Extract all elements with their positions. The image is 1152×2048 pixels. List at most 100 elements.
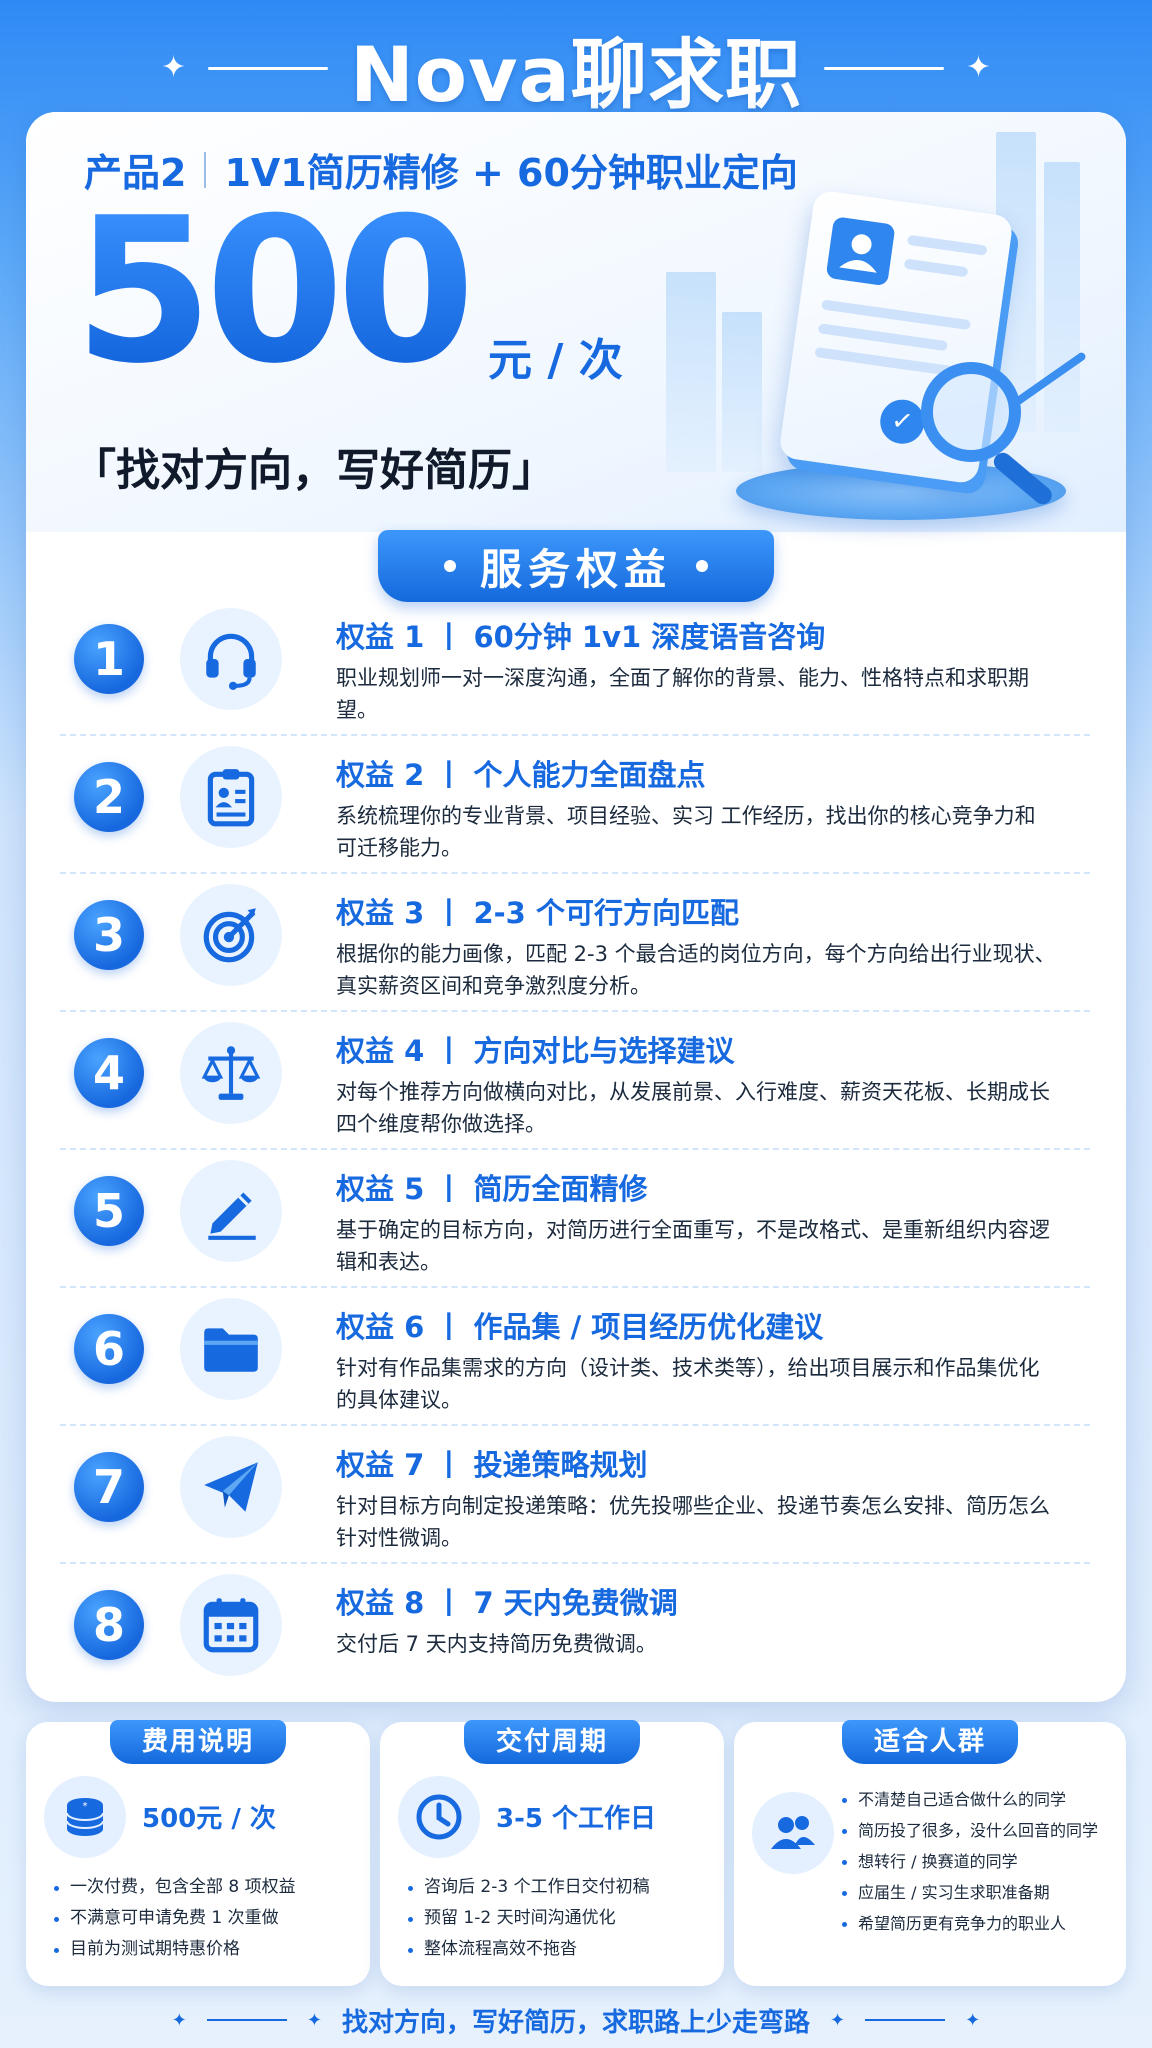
pencil-icon bbox=[180, 1160, 282, 1262]
hero-section: 产品2 1V1简历精修 + 60分钟职业定向 500 元 / 次 「找对方向，写… bbox=[26, 112, 1126, 532]
benefit-number: 1 bbox=[74, 624, 144, 694]
page-title: Nova聊求职 bbox=[350, 30, 802, 119]
list-item: 不清楚自己适合做什么的同学 bbox=[842, 1784, 1098, 1815]
benefit-desc: 针对目标方向制定投递策略：优先投哪些企业、投递节奏怎么安排、简历怎么针对性微调。 bbox=[336, 1494, 1050, 1550]
scale-icon bbox=[180, 1022, 282, 1124]
calendar-icon bbox=[180, 1574, 282, 1676]
fee-card-tag: 费用说明 bbox=[110, 1720, 286, 1764]
list-item: 不满意可申请免费 1 次重做 bbox=[54, 1903, 296, 1934]
audience-card: 适合人群 不清楚自己适合做什么的同学 简历投了很多，没什么回音的同学 想转行 /… bbox=[734, 1720, 1126, 1986]
benefit-desc: 根据你的能力画像，匹配 2-3 个最合适的岗位方向，每个方向给出行业现状、真实薪… bbox=[336, 942, 1056, 998]
benefit-desc: 针对有作品集需求的方向（设计类、技术类等），给出项目展示和作品集优化的具体建议。 bbox=[336, 1356, 1040, 1412]
benefit-item-6: 6 权益 6 丨 作品集 / 项目经历优化建议 针对有作品集需求的方向（设计类、… bbox=[60, 1290, 1090, 1428]
hero-slogan: 「找对方向，写好简历」 bbox=[72, 445, 556, 496]
building-graphic bbox=[666, 272, 716, 472]
benefit-title: 权益 3 丨 2-3 个可行方向匹配 bbox=[336, 896, 739, 930]
footer-divider-right bbox=[865, 2019, 946, 2021]
sparkle-icon: ✦ bbox=[161, 50, 187, 85]
list-item: 想转行 / 换赛道的同学 bbox=[842, 1846, 1098, 1877]
delivery-list: 咨询后 2-3 个工作日交付初稿 预留 1-2 天时间沟通优化 整体流程高效不拖… bbox=[408, 1872, 650, 1965]
fee-card: 费用说明 * 500元 / 次 一次付费，包含全部 8 项权益 不满意可申请免费… bbox=[26, 1720, 370, 1986]
benefit-title: 权益 7 丨 投递策略规划 bbox=[336, 1448, 648, 1482]
benefit-title: 权益 5 丨 简历全面精修 bbox=[336, 1172, 648, 1206]
list-item: 目前为测试期特惠价格 bbox=[54, 1934, 296, 1965]
benefit-number: 5 bbox=[74, 1176, 144, 1246]
title-divider-right bbox=[823, 66, 944, 70]
list-item: 应届生 / 实习生求职准备期 bbox=[842, 1877, 1098, 1908]
fee-list: 一次付费，包含全部 8 项权益 不满意可申请免费 1 次重做 目前为测试期特惠价… bbox=[54, 1872, 296, 1965]
avatar-icon bbox=[825, 216, 896, 287]
coin-stack-icon: * bbox=[44, 1776, 126, 1858]
building-graphic bbox=[722, 312, 762, 472]
benefit-desc: 系统梳理你的专业背景、项目经验、实习 工作经历，找出你的核心竞争力和可迁移能力。 bbox=[336, 804, 1036, 860]
divider bbox=[60, 1010, 1090, 1012]
divider bbox=[60, 1286, 1090, 1288]
benefit-title: 权益 2 丨 个人能力全面盘点 bbox=[336, 758, 706, 792]
paper-plane-icon bbox=[180, 1436, 282, 1538]
footer: ✦ ✦ 找对方向，写好简历，求职路上少走弯路 ✦ ✦ bbox=[0, 1996, 1152, 2044]
benefit-desc: 基于确定的目标方向，对简历进行全面重写，不是改格式、是重新组织内容逻辑和表达。 bbox=[336, 1218, 1050, 1274]
benefit-title: 权益 4 丨 方向对比与选择建议 bbox=[336, 1034, 735, 1068]
benefit-number: 2 bbox=[74, 762, 144, 832]
benefit-item-3: 3 权益 3 丨 2-3 个可行方向匹配 根据你的能力画像，匹配 2-3 个最合… bbox=[60, 876, 1090, 1014]
checkmark-icon: ✓ bbox=[877, 396, 928, 447]
resume-illustration: ✓ bbox=[666, 132, 1116, 532]
benefit-item-7: 7 权益 7 丨 投递策略规划 针对目标方向制定投递策略：优先投哪些企业、投递节… bbox=[60, 1428, 1090, 1566]
headset-icon bbox=[180, 608, 282, 710]
sparkle-icon: ✦ bbox=[830, 2009, 846, 2031]
footer-slogan: 找对方向，写好简历，求职路上少走弯路 bbox=[341, 2007, 810, 2038]
clock-icon bbox=[398, 1776, 480, 1858]
page-header: ✦ Nova聊求职 ✦ bbox=[0, 18, 1152, 119]
benefit-number: 3 bbox=[74, 900, 144, 970]
sparkle-icon: ✦ bbox=[965, 2009, 981, 2031]
benefit-number: 6 bbox=[74, 1314, 144, 1384]
folder-icon bbox=[180, 1298, 282, 1400]
benefit-title: 权益 1 丨 60分钟 1v1 深度语音咨询 bbox=[336, 620, 826, 654]
benefit-title: 权益 8 丨 7 天内免费微调 bbox=[336, 1586, 678, 1620]
list-item: 整体流程高效不拖沓 bbox=[408, 1934, 650, 1965]
audience-list: 不清楚自己适合做什么的同学 简历投了很多，没什么回音的同学 想转行 / 换赛道的… bbox=[842, 1784, 1098, 1939]
divider bbox=[60, 1424, 1090, 1426]
benefit-item-5: 5 权益 5 丨 简历全面精修 基于确定的目标方向，对简历进行全面重写，不是改格… bbox=[60, 1152, 1090, 1290]
delivery-card: 交付周期 3-5 个工作日 咨询后 2-3 个工作日交付初稿 预留 1-2 天时… bbox=[380, 1720, 724, 1986]
benefit-number: 8 bbox=[74, 1590, 144, 1660]
sparkle-icon: ✦ bbox=[171, 2009, 187, 2031]
benefit-desc: 交付后 7 天内支持简历免费微调。 bbox=[336, 1632, 657, 1656]
fee-headline: 500元 / 次 bbox=[142, 1804, 276, 1834]
magnifier-icon bbox=[921, 362, 1021, 462]
delivery-card-tag: 交付周期 bbox=[464, 1720, 640, 1764]
benefit-desc: 职业规划师一对一深度沟通，全面了解你的背景、能力、性格特点和求职期望。 bbox=[336, 666, 1029, 722]
list-item: 预留 1-2 天时间沟通优化 bbox=[408, 1903, 650, 1934]
target-icon bbox=[180, 884, 282, 986]
list-item: 简历投了很多，没什么回音的同学 bbox=[842, 1815, 1098, 1846]
list-item: 咨询后 2-3 个工作日交付初稿 bbox=[408, 1872, 650, 1903]
benefit-item-1: 1 权益 1 丨 60分钟 1v1 深度语音咨询 职业规划师一对一深度沟通，全面… bbox=[60, 600, 1090, 738]
divider bbox=[60, 872, 1090, 874]
footer-divider-left bbox=[206, 2019, 287, 2021]
service-banner: 服务权益 bbox=[378, 530, 774, 602]
divider bbox=[60, 1562, 1090, 1564]
benefit-number: 7 bbox=[74, 1452, 144, 1522]
title-divider-left bbox=[208, 66, 329, 70]
benefit-item-8: 8 权益 8 丨 7 天内免费微调 交付后 7 天内支持简历免费微调。 bbox=[60, 1566, 1090, 1704]
benefit-number: 4 bbox=[74, 1038, 144, 1108]
building-graphic bbox=[1044, 162, 1080, 432]
service-banner-label: 服务权益 bbox=[479, 544, 672, 594]
price-unit: 元 / 次 bbox=[488, 335, 623, 386]
divider bbox=[60, 734, 1090, 736]
clipboard-profile-icon bbox=[180, 746, 282, 848]
sparkle-icon: ✦ bbox=[306, 2009, 322, 2031]
benefit-desc: 对每个推荐方向做横向对比，从发展前景、入行难度、薪资天花板、长期成长 四个维度帮… bbox=[336, 1080, 1050, 1136]
benefit-title: 权益 6 丨 作品集 / 项目经历优化建议 bbox=[336, 1310, 824, 1344]
price-amount: 500 bbox=[74, 175, 475, 408]
sparkle-icon: ✦ bbox=[965, 50, 991, 85]
people-icon bbox=[752, 1792, 834, 1874]
benefit-item-2: 2 权益 2 丨 个人能力全面盘点 系统梳理你的专业背景、项目经验、实习 工作经… bbox=[60, 738, 1090, 876]
delivery-headline: 3-5 个工作日 bbox=[496, 1804, 657, 1834]
audience-card-tag: 适合人群 bbox=[842, 1720, 1018, 1764]
divider bbox=[60, 1148, 1090, 1150]
list-item: 希望简历更有竞争力的职业人 bbox=[842, 1908, 1098, 1939]
list-item: 一次付费，包含全部 8 项权益 bbox=[54, 1872, 296, 1903]
benefit-item-4: 4 权益 4 丨 方向对比与选择建议 对每个推荐方向做横向对比，从发展前景、入行… bbox=[60, 1014, 1090, 1152]
svg-text:*: * bbox=[83, 1801, 88, 1812]
